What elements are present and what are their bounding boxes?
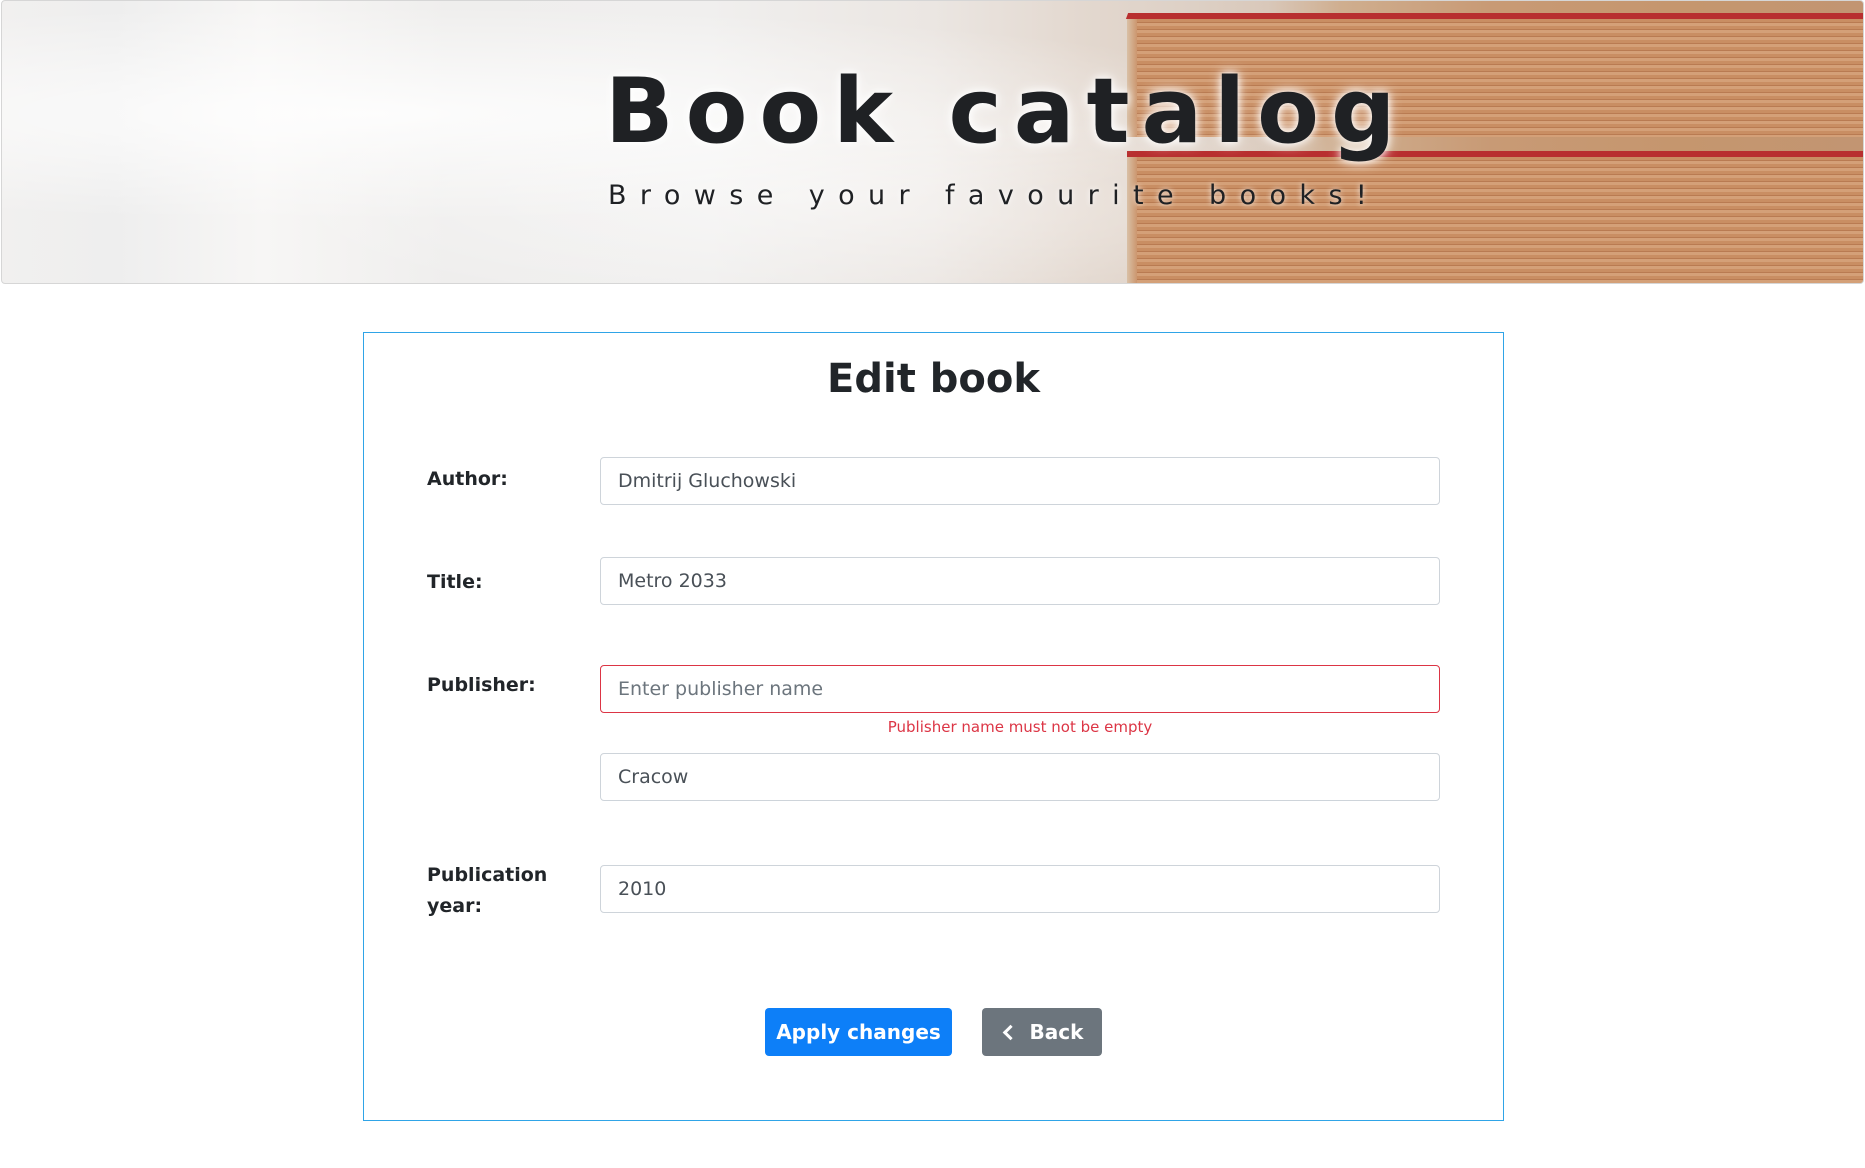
apply-changes-label: Apply changes xyxy=(776,1020,941,1044)
author-label: Author: xyxy=(427,468,508,490)
publisher-name-input[interactable] xyxy=(600,665,1440,713)
site-title: Book catalog xyxy=(605,59,1408,164)
publisher-name-error: Publisher name must not be empty xyxy=(887,718,1153,736)
chevron-left-icon xyxy=(1002,1024,1018,1040)
publication-year-input[interactable] xyxy=(600,865,1440,913)
publisher-city-input[interactable] xyxy=(600,753,1440,801)
page-title: Edit book xyxy=(827,356,1040,402)
apply-changes-button[interactable]: Apply changes xyxy=(765,1008,952,1056)
title-input[interactable] xyxy=(600,557,1440,605)
banner-book-image-lower xyxy=(1127,151,1863,283)
title-label: Title: xyxy=(427,571,483,593)
header-banner: Book catalog Browse your favourite books… xyxy=(1,0,1864,284)
back-label: Back xyxy=(1029,1020,1084,1044)
publication-year-label: Publication year: xyxy=(427,864,548,917)
author-input[interactable] xyxy=(600,457,1440,505)
back-button[interactable]: Back xyxy=(982,1008,1102,1056)
edit-book-card: Edit book Author: Title: Publisher: Publ… xyxy=(363,332,1504,1121)
site-subtitle: Browse your favourite books! xyxy=(608,180,1381,211)
publisher-label: Publisher: xyxy=(427,674,536,696)
